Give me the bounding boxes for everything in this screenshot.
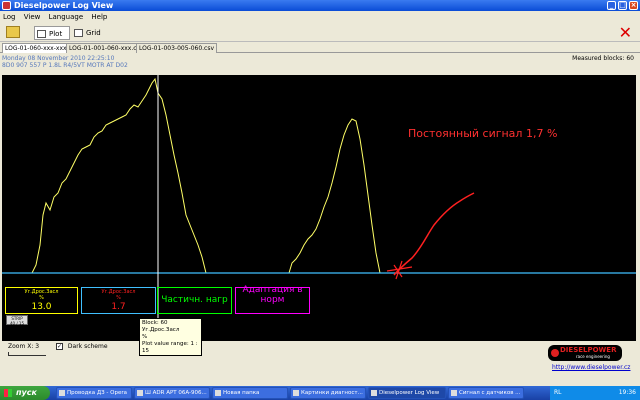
logo-name: DIESELPOWER bbox=[560, 346, 617, 354]
taskbar-item[interactable]: Картинки диагност... bbox=[290, 387, 366, 399]
close-log-icon[interactable]: ✕ bbox=[619, 24, 632, 42]
taskbar: пуск Проводка ДЗ - Opera Ш ADR APT 06A-9… bbox=[0, 386, 640, 400]
value-box[interactable]: Уг.Дрос.Засл % 13.0 bbox=[5, 287, 78, 314]
maximize-button[interactable]: □ bbox=[618, 1, 627, 10]
value-box-value: Адаптация в норм bbox=[242, 285, 303, 305]
value-box[interactable]: Адаптация в норм bbox=[235, 285, 310, 314]
file-tab[interactable]: LOG-01-003-005-060.csv bbox=[136, 43, 218, 53]
menu-bar: Log View Language Help bbox=[0, 12, 640, 23]
menu-help[interactable]: Help bbox=[88, 12, 110, 23]
dieselpower-logo: DIESELPOWER race engineering bbox=[548, 345, 622, 361]
taskbar-item[interactable]: Проводка ДЗ - Opera bbox=[56, 387, 132, 399]
taskbar-item[interactable]: Новая папка bbox=[212, 387, 288, 399]
value-box-value: 13.0 bbox=[31, 302, 52, 312]
taskbar-item-label: Dieselpower Log View bbox=[379, 390, 440, 396]
zoom-slider[interactable] bbox=[8, 352, 46, 356]
taskbar-item-label: Ш ADR APT 06A-906... bbox=[145, 390, 207, 396]
tab-plot-label: Plot bbox=[49, 30, 63, 38]
plot-icon bbox=[37, 30, 46, 38]
grid-icon bbox=[74, 29, 83, 37]
zoom-label: Zoom X: 3 bbox=[8, 343, 40, 350]
menu-log[interactable]: Log bbox=[0, 12, 19, 23]
taskbar-item-label: Проводка ДЗ - Opera bbox=[67, 390, 127, 396]
open-folder-icon[interactable] bbox=[6, 26, 20, 38]
log-date: Monday 08 November 2010 22:25:10 bbox=[2, 55, 115, 62]
tooltip-unit: % bbox=[142, 334, 148, 340]
document-icon bbox=[451, 390, 457, 396]
plot-area[interactable]: Постоянный сигнал 1,7 % Уг.Дрос.Засл % 1… bbox=[2, 75, 636, 341]
file-tabs: LOG-01-060-xxx-xxx.csv LOG-01-001-060-xx… bbox=[0, 43, 640, 53]
app-window: Dieselpower Log View _ □ × Log View Lang… bbox=[0, 0, 640, 386]
value-boxes: Уг.Дрос.Засл % 13.0 Уг.Дрос.Засл % 1.7 Ч… bbox=[2, 75, 636, 341]
checkbox-check-icon[interactable]: ✓ bbox=[56, 343, 63, 350]
title-bar: Dieselpower Log View _ □ × bbox=[0, 0, 640, 11]
file-tab[interactable]: LOG-01-001-060-xxx.csv bbox=[66, 43, 147, 53]
tab-grid-label: Grid bbox=[86, 29, 101, 37]
taskbar-item-label: Картинки диагност... bbox=[301, 390, 363, 396]
system-tray: RL 19:36 bbox=[550, 386, 640, 400]
logo-mark-icon bbox=[551, 349, 559, 357]
opera-icon bbox=[59, 390, 65, 396]
value-box[interactable]: Уг.Дрос.Засл % 1.7 bbox=[81, 287, 156, 314]
clock: 19:36 bbox=[618, 389, 636, 396]
taskbar-item-label: Сигнал с датчиков ... bbox=[459, 390, 521, 396]
value-box-unit: % bbox=[39, 295, 44, 301]
app-icon bbox=[371, 390, 377, 396]
taskbar-item[interactable]: Dieselpower Log View bbox=[368, 387, 446, 399]
folder-icon bbox=[293, 390, 299, 396]
tooltip-block: Block: 60 bbox=[142, 320, 168, 326]
minimize-button[interactable]: _ bbox=[607, 1, 616, 10]
app-icon bbox=[137, 390, 143, 396]
tab-grid[interactable]: Grid bbox=[72, 26, 108, 40]
zoom-control[interactable]: Zoom X: 3 bbox=[8, 343, 46, 356]
measured-blocks: Measured blocks: 60 bbox=[572, 55, 634, 62]
toolbar: Plot Grid ✕ bbox=[0, 24, 640, 42]
tooltip: Block: 60 Уг.Дрос.Засл % Plot value rang… bbox=[139, 318, 202, 356]
folder-icon bbox=[215, 390, 221, 396]
windows-logo-icon bbox=[4, 389, 12, 397]
taskbar-item[interactable]: Сигнал с датчиков ... bbox=[448, 387, 524, 399]
website-link[interactable]: http://www.dieselpower.cz bbox=[552, 364, 630, 371]
strip-value: 40 / 15 bbox=[9, 321, 25, 326]
strip-indicator[interactable]: STRIP 40 / 15 bbox=[6, 315, 28, 326]
tooltip-range: Plot value range: 1 : 15 bbox=[142, 341, 198, 354]
start-label: пуск bbox=[16, 388, 37, 397]
tooltip-name: Уг.Дрос.Засл bbox=[142, 327, 180, 333]
dark-scheme-checkbox[interactable]: ✓ Dark scheme bbox=[56, 343, 108, 350]
value-box-value: 1.7 bbox=[111, 302, 126, 312]
taskbar-item-label: Новая папка bbox=[223, 390, 260, 396]
start-button[interactable]: пуск bbox=[0, 386, 50, 400]
app-icon bbox=[2, 1, 11, 10]
dark-scheme-label: Dark scheme bbox=[67, 343, 108, 350]
window-title: Dieselpower Log View bbox=[14, 1, 114, 10]
close-window-button[interactable]: × bbox=[629, 1, 638, 10]
value-box[interactable]: Частичн. нагр bbox=[157, 287, 232, 314]
logo-tagline: race engineering bbox=[576, 354, 610, 359]
log-info: Monday 08 November 2010 22:25:10 8D0 907… bbox=[2, 55, 128, 69]
tab-plot[interactable]: Plot bbox=[34, 26, 70, 40]
value-box-unit: % bbox=[116, 295, 121, 301]
menu-language[interactable]: Language bbox=[46, 12, 87, 23]
menu-view[interactable]: View bbox=[21, 12, 44, 23]
vehicle-info: 8D0 907 557 P 1.8L R4/5VT MOTR AT D02 bbox=[2, 62, 128, 69]
taskbar-item[interactable]: Ш ADR APT 06A-906... bbox=[134, 387, 210, 399]
value-box-value: Частичн. нагр bbox=[161, 295, 228, 305]
language-indicator[interactable]: RL bbox=[554, 386, 562, 400]
